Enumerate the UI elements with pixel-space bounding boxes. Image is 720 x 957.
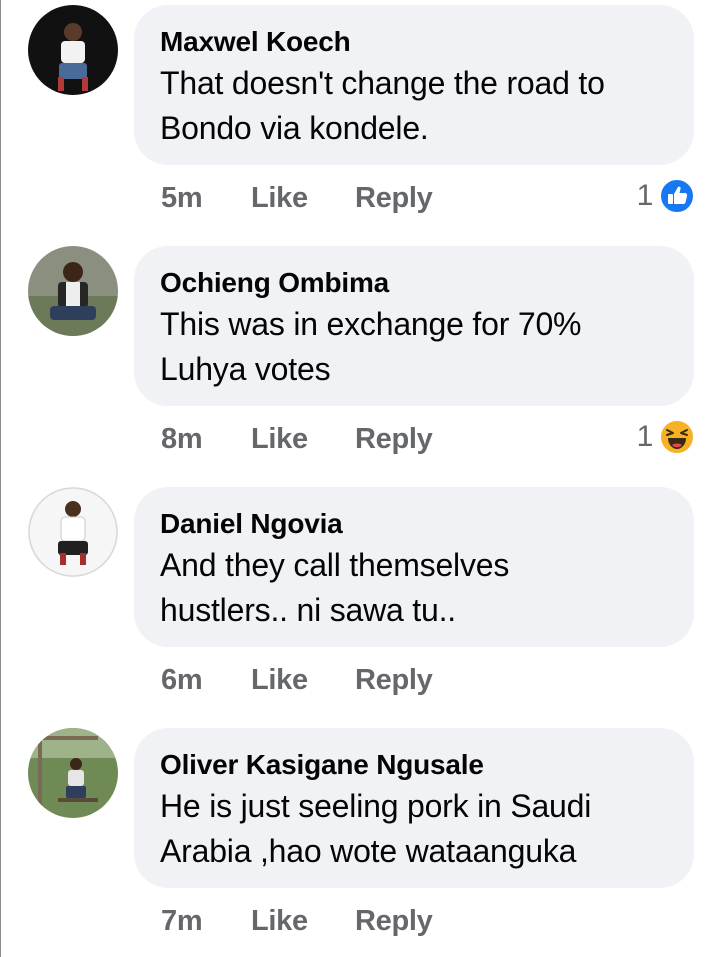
comment-timestamp[interactable]: 5m <box>161 182 203 215</box>
reaction-count: 1 <box>636 420 654 453</box>
comment-bubble: Maxwel Koech That doesn't change the roa… <box>134 5 694 165</box>
like-button[interactable]: Like <box>251 182 308 215</box>
comment-bubble: Ochieng Ombima This was in exchange for … <box>134 246 694 406</box>
reaction-summary[interactable]: 1 <box>637 178 695 214</box>
reaction-count: 1 <box>636 179 654 212</box>
like-button[interactable]: Like <box>251 423 308 456</box>
comment-author[interactable]: Maxwel Koech <box>160 25 668 59</box>
comment-text: And they call themselves hustlers.. ni s… <box>160 543 668 633</box>
comment-timestamp[interactable]: 6m <box>161 664 203 697</box>
comment-actions: 7m Like Reply <box>161 905 701 945</box>
comment-text-line: That doesn't change the road to <box>160 65 605 101</box>
comment-text-line: hustlers.. ni sawa tu.. <box>160 592 456 628</box>
comment-text: He is just seeling pork in Saudi Arabia … <box>160 784 668 874</box>
reply-button[interactable]: Reply <box>355 423 433 456</box>
comment-actions: 8m Like Reply 1 <box>161 419 701 463</box>
avatar[interactable] <box>28 5 118 95</box>
comment-text-line: This was in exchange for 70% <box>160 306 582 342</box>
reaction-summary[interactable]: 1 <box>637 419 695 455</box>
comment-text: This was in exchange for 70% Luhya votes <box>160 302 668 392</box>
comment-author[interactable]: Daniel Ngovia <box>160 507 668 541</box>
avatar[interactable] <box>28 246 118 336</box>
like-thumbs-up-icon <box>659 178 695 214</box>
haha-laughing-icon <box>659 419 695 455</box>
comment-text-line: Luhya votes <box>160 351 331 387</box>
reply-button[interactable]: Reply <box>355 182 433 215</box>
comment-timestamp[interactable]: 8m <box>161 423 203 456</box>
comment-text-line: He is just seeling pork in Saudi <box>160 788 592 824</box>
comment-timestamp[interactable]: 7m <box>161 905 203 938</box>
comments-thread: Maxwel Koech That doesn't change the roa… <box>0 0 720 957</box>
reply-button[interactable]: Reply <box>355 664 433 697</box>
comment-text-line: Arabia ,hao wote wataanguka <box>160 833 577 869</box>
comment-author[interactable]: Oliver Kasigane Ngusale <box>160 748 668 782</box>
comment-text-line: And they call themselves <box>160 547 510 583</box>
comment-bubble: Oliver Kasigane Ngusale He is just seeli… <box>134 728 694 888</box>
reply-button[interactable]: Reply <box>355 905 433 938</box>
comment-actions: 5m Like Reply 1 <box>161 178 701 222</box>
like-button[interactable]: Like <box>251 905 308 938</box>
comment-actions: 6m Like Reply <box>161 664 701 704</box>
avatar[interactable] <box>28 487 118 577</box>
comment-text-line: Bondo via kondele. <box>160 110 429 146</box>
comment-text: That doesn't change the road to Bondo vi… <box>160 61 668 151</box>
comment-bubble: Daniel Ngovia And they call themselves h… <box>134 487 694 647</box>
like-button[interactable]: Like <box>251 664 308 697</box>
comment-author[interactable]: Ochieng Ombima <box>160 266 668 300</box>
avatar[interactable] <box>28 728 118 818</box>
